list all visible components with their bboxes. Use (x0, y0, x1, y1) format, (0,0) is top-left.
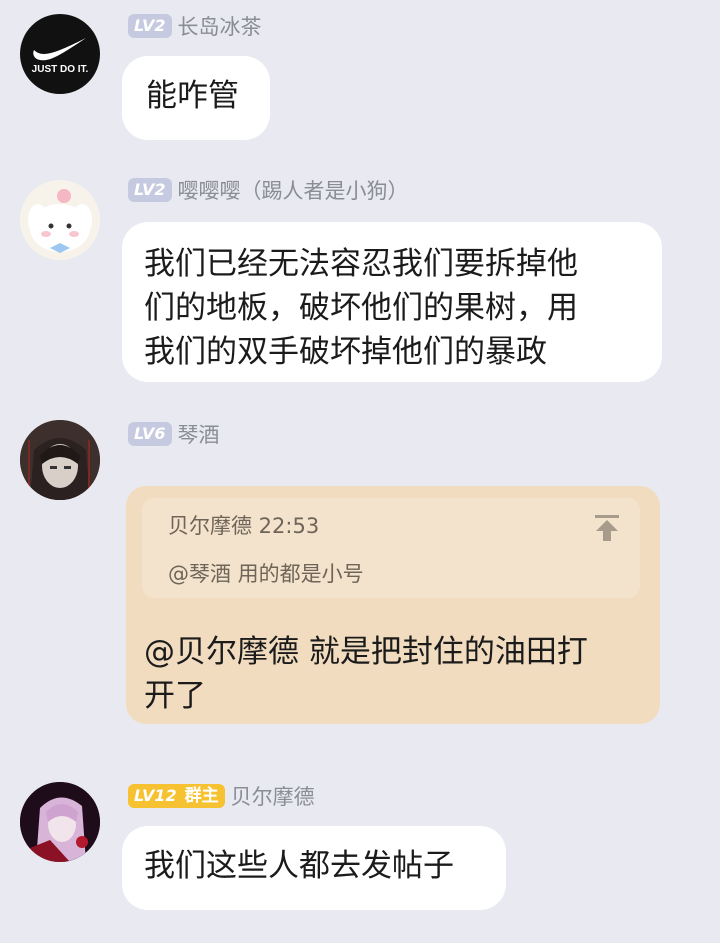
reply-text: @贝尔摩德 就是把封住的油田打 开了 (144, 630, 644, 718)
sender-meta: LV12 群主 贝尔摩德 (128, 782, 315, 810)
nike-swoosh-icon (33, 38, 86, 61)
message-line: @贝尔摩德 就是把封住的油田打 (144, 634, 588, 670)
message-line: 我们的双手破坏掉他们的暴政 (144, 334, 547, 370)
message-2: LV2 嘤嘤嘤（踢人者是小狗） 我们已经无法容忍我们要拆掉他 们的地板，破坏他们… (0, 170, 720, 390)
sender-name[interactable]: 贝尔摩德 (231, 781, 315, 811)
bunny-avatar-icon (28, 189, 92, 253)
level-badge: LV6 (128, 422, 172, 446)
sender-name[interactable]: 琴酒 (178, 419, 220, 449)
avatar-anime-pink[interactable] (20, 782, 100, 862)
level-badge: LV2 (128, 178, 172, 202)
message-bubble[interactable]: 我们这些人都去发帖子 (122, 826, 506, 910)
reply-bubble[interactable]: 贝尔摩德 22:53 @琴酒 用的都是小号 @贝尔摩德 就是把封住的油田打 开了 (126, 486, 660, 724)
message-4: LV12 群主 贝尔摩德 我们这些人都去发帖子 (0, 776, 720, 943)
avatar-anime-dark[interactable] (20, 420, 100, 500)
message-line: 我们已经无法容忍我们要拆掉他 (144, 246, 578, 282)
avatar-nike[interactable]: JUST DO IT. (20, 14, 100, 94)
avatar-logo-text: JUST DO IT. (31, 64, 89, 75)
owner-badge: 群主 (180, 784, 225, 808)
level-badge: LV2 (128, 14, 172, 38)
quoted-author-time: 贝尔摩德 22:53 (168, 514, 320, 538)
anime-character-icon (20, 782, 100, 862)
quoted-text: @琴酒 用的都是小号 (168, 562, 364, 586)
sender-meta: LV6 琴酒 (128, 420, 220, 448)
message-bubble[interactable]: 我们已经无法容忍我们要拆掉他 们的地板，破坏他们的果树，用 我们的双手破坏掉他们… (122, 222, 662, 382)
level-badge: LV12 (128, 784, 181, 808)
sender-meta: LV2 长岛冰茶 (128, 12, 262, 40)
sender-name[interactable]: 长岛冰茶 (178, 11, 262, 41)
message-text: 我们这些人都去发帖子 (144, 848, 454, 884)
message-1: JUST DO IT. LV2 长岛冰茶 能咋管 (0, 0, 720, 150)
message-bubble[interactable]: 能咋管 (122, 56, 270, 140)
message-line: 们的地板，破坏他们的果树，用 (144, 290, 578, 326)
message-line: 开了 (144, 678, 206, 714)
message-text: 能咋管 (146, 78, 239, 114)
message-3: LV6 琴酒 贝尔摩德 22:53 @琴酒 用的都是小号 @贝尔摩德 就是把封住… (0, 414, 720, 734)
sender-name[interactable]: 嘤嘤嘤（踢人者是小狗） (178, 175, 409, 205)
jump-to-quote-icon[interactable] (594, 514, 620, 542)
anime-character-icon (20, 420, 100, 500)
avatar-bunny[interactable] (20, 180, 100, 260)
sender-meta: LV2 嘤嘤嘤（踢人者是小狗） (128, 176, 409, 204)
